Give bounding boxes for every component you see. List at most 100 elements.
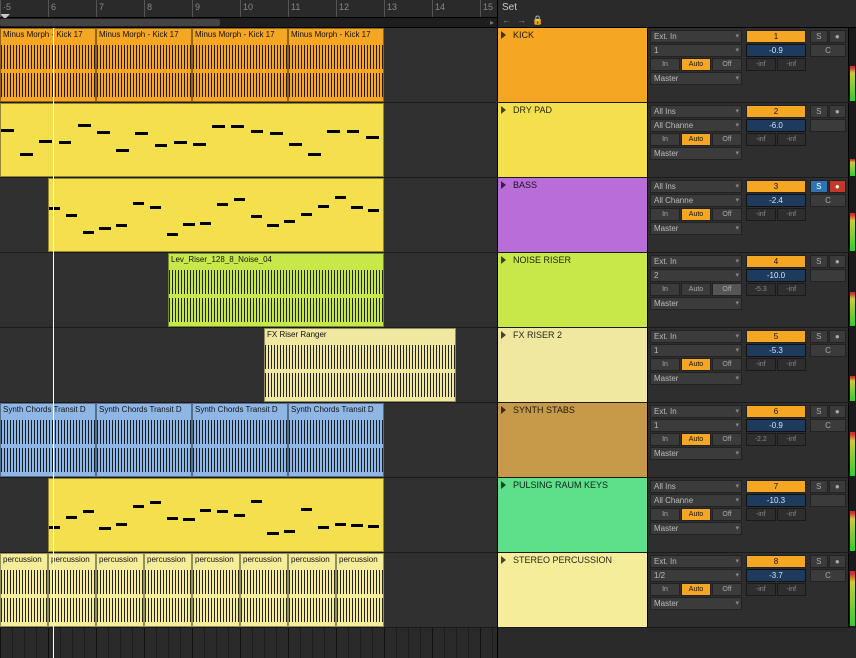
track-number[interactable]: 5 (746, 330, 806, 343)
monitor-off[interactable]: Off (712, 133, 742, 146)
tracks-area[interactable]: Minus Morph - Kick 17 Minus Morph - Kick … (0, 28, 497, 658)
monitor-off[interactable]: Off (712, 208, 742, 221)
fold-icon[interactable] (501, 181, 506, 189)
send-b[interactable]: -inf (777, 58, 807, 71)
ruler-bar-14[interactable]: 14 (432, 0, 445, 17)
ruler-bar-6[interactable]: 6 (48, 0, 56, 17)
track-number[interactable]: 2 (746, 105, 806, 118)
solo-button[interactable]: S (810, 330, 828, 343)
ruler-bar-5[interactable]: ·5 (0, 0, 11, 17)
monitor-in[interactable]: In (650, 358, 680, 371)
clip[interactable]: Synth Chords Transit D (288, 403, 384, 477)
clip[interactable]: Lev_Riser_128_8_Noise_04 (168, 253, 384, 327)
input-channel-dropdown[interactable]: 1/2 (650, 569, 742, 582)
track-row[interactable]: Lev_Riser_128_8_Noise_04 (0, 253, 497, 328)
solo-button[interactable]: S (810, 180, 828, 193)
monitor-in[interactable]: In (650, 283, 680, 296)
clip[interactable]: Synth Chords Transit D (0, 403, 96, 477)
output-dropdown[interactable]: Master (650, 522, 742, 535)
clip[interactable]: Minus Morph - Kick 17 (96, 28, 192, 102)
volume-value[interactable]: -5.3 (746, 344, 806, 357)
monitor-off[interactable]: Off (712, 283, 742, 296)
monitor-auto[interactable]: Auto (681, 58, 711, 71)
track-header[interactable]: FX RISER 2 (498, 328, 648, 402)
output-dropdown[interactable]: Master (650, 147, 742, 160)
clip[interactable]: percussion (96, 553, 144, 627)
track-number[interactable]: 8 (746, 555, 806, 568)
send-a[interactable]: -inf (746, 358, 776, 371)
volume-value[interactable]: -0.9 (746, 44, 806, 57)
send-a[interactable]: -inf (746, 208, 776, 221)
monitor-auto[interactable]: Auto (681, 208, 711, 221)
record-arm-button[interactable]: ● (829, 180, 847, 193)
monitor-in[interactable]: In (650, 133, 680, 146)
record-arm-button[interactable]: ● (829, 330, 847, 343)
volume-value[interactable]: -10.0 (746, 269, 806, 282)
send-b[interactable]: -inf (777, 133, 807, 146)
record-arm-button[interactable]: ● (829, 105, 847, 118)
monitor-in[interactable]: In (650, 433, 680, 446)
pan-control[interactable] (810, 269, 846, 282)
record-arm-button[interactable]: ● (829, 480, 847, 493)
monitor-off[interactable]: Off (712, 58, 742, 71)
fold-icon[interactable] (501, 556, 506, 564)
send-b[interactable]: -inf (777, 508, 807, 521)
monitor-auto[interactable]: Auto (681, 583, 711, 596)
arrangement-view[interactable]: ·56789101112131415 ◂ ▸ Minus Morph - Kic… (0, 0, 498, 658)
solo-button[interactable]: S (810, 30, 828, 43)
input-type-dropdown[interactable]: Ext. In (650, 405, 742, 418)
clip[interactable]: percussion (336, 553, 384, 627)
input-type-dropdown[interactable]: All Ins (650, 180, 742, 193)
output-dropdown[interactable]: Master (650, 72, 742, 85)
input-type-dropdown[interactable]: Ext. In (650, 555, 742, 568)
monitor-auto[interactable]: Auto (681, 358, 711, 371)
solo-button[interactable]: S (810, 480, 828, 493)
monitor-in[interactable]: In (650, 208, 680, 221)
track-header[interactable]: KICK (498, 28, 648, 102)
forward-icon[interactable]: → (517, 15, 526, 26)
pan-control[interactable] (810, 494, 846, 507)
record-arm-button[interactable]: ● (829, 555, 847, 568)
volume-value[interactable]: -6.0 (746, 119, 806, 132)
track-number[interactable]: 3 (746, 180, 806, 193)
scroll-right-arrow[interactable]: ▸ (487, 18, 497, 27)
send-b[interactable]: -inf (777, 208, 807, 221)
volume-value[interactable]: -3.7 (746, 569, 806, 582)
monitor-off[interactable]: Off (712, 583, 742, 596)
input-channel-dropdown[interactable]: All Channe (650, 194, 742, 207)
ruler-bar-10[interactable]: 10 (240, 0, 253, 17)
back-icon[interactable]: ← (502, 15, 511, 26)
fold-icon[interactable] (501, 106, 506, 114)
clip[interactable]: Synth Chords Transit D (192, 403, 288, 477)
pan-control[interactable]: C (810, 419, 846, 432)
track-row[interactable] (0, 178, 497, 253)
track-row[interactable] (0, 103, 497, 178)
monitor-in[interactable]: In (650, 583, 680, 596)
ruler-bar-15[interactable]: 15 (480, 0, 493, 17)
volume-value[interactable]: -2.4 (746, 194, 806, 207)
monitor-off[interactable]: Off (712, 508, 742, 521)
send-a[interactable]: -inf (746, 508, 776, 521)
send-b[interactable]: -inf (777, 358, 807, 371)
send-a[interactable]: -inf (746, 583, 776, 596)
ruler-bar-11[interactable]: 11 (288, 0, 300, 17)
input-type-dropdown[interactable]: Ext. In (650, 330, 742, 343)
clip[interactable]: percussion (0, 553, 48, 627)
clip[interactable]: Minus Morph - Kick 17 (288, 28, 384, 102)
track-header[interactable]: PULSING RAUM KEYS (498, 478, 648, 552)
output-dropdown[interactable]: Master (650, 372, 742, 385)
track-header[interactable]: SYNTH STABS (498, 403, 648, 477)
track-header[interactable]: DRY PAD (498, 103, 648, 177)
input-type-dropdown[interactable]: All Ins (650, 480, 742, 493)
fold-icon[interactable] (501, 31, 506, 39)
pan-control[interactable]: C (810, 569, 846, 582)
pan-control[interactable] (810, 119, 846, 132)
input-channel-dropdown[interactable]: All Channe (650, 119, 742, 132)
send-a[interactable]: -inf (746, 58, 776, 71)
monitor-in[interactable]: In (650, 58, 680, 71)
clip[interactable]: Synth Chords Transit D (96, 403, 192, 477)
fold-icon[interactable] (501, 406, 506, 414)
clip[interactable] (48, 478, 384, 552)
volume-value[interactable]: -10.3 (746, 494, 806, 507)
playhead[interactable] (53, 28, 54, 658)
